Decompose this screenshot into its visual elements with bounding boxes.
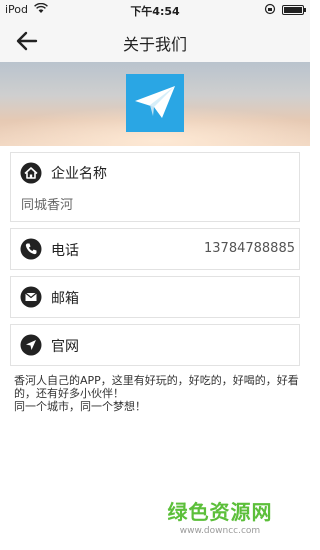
watermark: 绿色资源网 www.downcc.com	[150, 496, 290, 536]
description-line-1: 香河人自己的APP，这里有好玩的，好吃的，好喝的，好看的，还有好多小伙伴！	[14, 374, 299, 400]
website-label: 官网	[51, 339, 79, 355]
app-logo	[126, 74, 184, 132]
phone-label: 电话	[51, 243, 79, 259]
home-icon	[20, 162, 42, 184]
phone-icon	[20, 238, 42, 260]
email-card[interactable]: 邮箱	[10, 276, 300, 318]
rotation-lock-icon	[264, 3, 276, 18]
company-value: 同城香河	[21, 198, 74, 213]
phone-number[interactable]: 13784788885	[204, 241, 295, 256]
paper-plane-icon	[135, 86, 175, 118]
watermark-url: www.downcc.com	[179, 526, 261, 536]
status-bar: iPod 下午4:54	[0, 0, 310, 20]
phone-card[interactable]: 电话 13784788885	[10, 228, 300, 270]
page-title: 关于我们	[122, 35, 187, 54]
nav-bar: 关于我们	[0, 20, 310, 62]
company-card: 企业名称 同城香河	[10, 152, 300, 222]
about-description: 香河人自己的APP，这里有好玩的，好吃的，好喝的，好看的，还有好多小伙伴！ 同一…	[14, 374, 299, 413]
mail-icon	[20, 286, 42, 308]
email-label: 邮箱	[51, 291, 79, 307]
company-label: 企业名称	[51, 166, 107, 182]
description-line-2: 同一个城市，同一个梦想！	[14, 400, 146, 413]
website-card[interactable]: 官网	[10, 324, 300, 366]
watermark-title: 绿色资源网	[167, 500, 273, 524]
header-banner	[0, 62, 310, 146]
location-arrow-icon	[20, 334, 42, 356]
battery-icon	[282, 5, 306, 15]
